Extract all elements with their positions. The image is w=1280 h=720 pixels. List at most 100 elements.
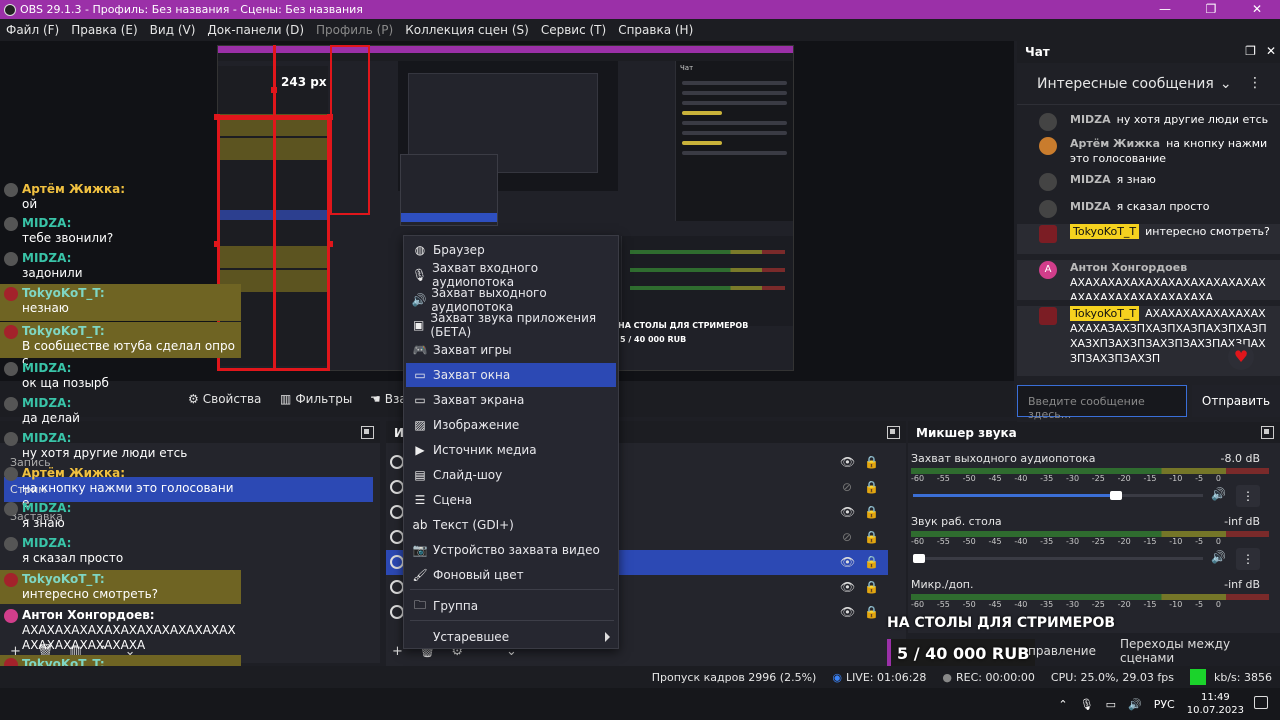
- chevron-up-icon[interactable]: ⌃: [1058, 698, 1067, 711]
- overlay-chat-user: MIDZA:: [22, 431, 72, 445]
- lock-icon[interactable]: 🔒: [864, 481, 879, 493]
- menu-item-14[interactable]: 🗀 Группа: [406, 594, 616, 618]
- menu-docks[interactable]: Док-панели (D): [201, 23, 310, 37]
- volume-slider-knob[interactable]: [913, 554, 925, 563]
- menu-item-10[interactable]: ☰ Сцена: [406, 488, 616, 512]
- lock-icon[interactable]: 🔒: [864, 556, 879, 568]
- resize-handle[interactable]: [327, 241, 333, 247]
- title-bar: OBS 29.1.3 - Профиль: Без названия - Сце…: [0, 0, 1280, 19]
- nested-mixer: [621, 236, 793, 326]
- volume-slider[interactable]: [913, 491, 1203, 500]
- menu-item-3[interactable]: ▣ Захват звука приложения (БЕТА): [406, 311, 616, 339]
- dropped-frames: Пропуск кадров 2996 (2.5%): [651, 670, 817, 684]
- menu-view[interactable]: Вид (V): [144, 23, 202, 37]
- volume-slider[interactable]: [913, 554, 1203, 563]
- menu-item-5[interactable]: ▭ Захват окна: [406, 363, 616, 387]
- notifications-icon[interactable]: [1254, 696, 1268, 709]
- more-options-icon[interactable]: ⋮: [1248, 75, 1262, 91]
- undock-icon[interactable]: [887, 426, 900, 439]
- eye-icon[interactable]: 👁: [840, 556, 855, 568]
- close-button[interactable]: ✕: [1234, 0, 1280, 19]
- menu-profile[interactable]: Профиль (P): [310, 23, 399, 37]
- volume-icon[interactable]: 🔊: [1128, 698, 1142, 711]
- menu-help[interactable]: Справка (H): [612, 23, 699, 37]
- speaker-icon[interactable]: 🔊: [1211, 487, 1226, 501]
- speaker-icon[interactable]: 🔊: [1211, 550, 1226, 564]
- menu-edit[interactable]: Правка (E): [65, 23, 143, 37]
- keyboard-language[interactable]: РУС: [1154, 698, 1175, 711]
- menu-item-8[interactable]: ▶ Источник медиа: [406, 438, 616, 462]
- menu-item-0[interactable]: ◍ Браузер: [406, 238, 616, 262]
- menu-item-15[interactable]: Устаревшее: [406, 625, 616, 649]
- menu-item-label: Изображение: [433, 418, 520, 432]
- meter-tick: -55: [936, 474, 950, 483]
- close-dock-icon[interactable]: ✕: [1266, 44, 1276, 58]
- tab-controls[interactable]: правление: [1028, 644, 1096, 658]
- eye-icon[interactable]: 👁: [840, 456, 855, 468]
- menu-file[interactable]: Файл (F): [0, 23, 65, 37]
- menu-item-13[interactable]: 🖌 Фоновый цвет: [406, 563, 616, 587]
- clock[interactable]: 11:49 10.07.2023: [1187, 691, 1244, 717]
- eye-icon[interactable]: 👁: [840, 581, 855, 593]
- lock-icon[interactable]: 🔒: [864, 531, 879, 543]
- eye-hidden-icon[interactable]: ⊘: [840, 531, 854, 543]
- volume-slider-knob[interactable]: [1110, 491, 1122, 500]
- filters-button[interactable]: ▥ Фильтры: [280, 386, 352, 412]
- eye-hidden-icon[interactable]: ⊘: [840, 481, 854, 493]
- lock-icon[interactable]: 🔒: [864, 506, 879, 518]
- chat-message[interactable]: TokyoKoT_T интересно смотреть?: [1017, 224, 1280, 254]
- menu-item-4[interactable]: 🎮 Захват игры: [406, 338, 616, 362]
- undock-icon[interactable]: ❐: [1245, 44, 1256, 58]
- avatar: [4, 325, 18, 339]
- more-options-icon[interactable]: ⋮: [1236, 485, 1260, 507]
- network-icon[interactable]: ▭: [1106, 698, 1116, 711]
- chat-message-input[interactable]: Введите сообщение здесь...: [1017, 385, 1187, 421]
- obs-logo-icon: [4, 3, 16, 16]
- resize-handle[interactable]: [327, 114, 333, 120]
- meter-tick: -20: [1117, 600, 1131, 609]
- menu-item-11[interactable]: ab Текст (GDI+): [406, 513, 616, 537]
- menu-item-9[interactable]: ▤ Слайд-шоу: [406, 463, 616, 487]
- more-options-icon[interactable]: ⋮: [1236, 548, 1260, 570]
- meter-tick: -10: [1169, 474, 1183, 483]
- avatar: [1039, 200, 1057, 218]
- chat-message[interactable]: A Антон Хонгордоев АХАХАХАХАХАХАХАХАХАХАХА…: [1017, 260, 1280, 300]
- menu-item-7[interactable]: ▨ Изображение: [406, 413, 616, 437]
- chat-message-user: TokyoKoT_T: [1070, 306, 1140, 321]
- rec-icon: ●: [942, 670, 953, 684]
- nested-chat-dock: Чат: [675, 61, 793, 221]
- resize-handle[interactable]: [214, 114, 220, 120]
- meter-tick: -5: [1195, 474, 1204, 483]
- resize-handle[interactable]: [271, 87, 277, 93]
- meter-tick: -45: [988, 600, 1002, 609]
- chat-message[interactable]: MIDZA ну хотя другие люди етсь: [1017, 112, 1280, 132]
- chat-message[interactable]: Артём Жижка на кнопку нажми это голосован…: [1017, 136, 1280, 166]
- undock-icon[interactable]: [361, 426, 374, 439]
- chat-send-button[interactable]: Отправить: [1192, 385, 1280, 417]
- lock-icon[interactable]: 🔒: [864, 606, 879, 618]
- tab-scene-transitions[interactable]: Переходы между сценами: [1120, 637, 1280, 665]
- menu-item-12[interactable]: 📷 Устройство захвата видео: [406, 538, 616, 562]
- eye-icon[interactable]: 👁: [840, 606, 855, 618]
- menu-scene-collection[interactable]: Коллекция сцен (S): [399, 23, 535, 37]
- undock-icon[interactable]: [1261, 426, 1274, 439]
- chat-filter-dropdown[interactable]: Интересные сообщения ⌄ ⋮: [1017, 63, 1280, 105]
- meter-scale: -60 -55 -50 -45 -40 -35 -30 -25 -20 -15 -10 -5 0: [911, 474, 1221, 483]
- heart-icon[interactable]: ♥: [1228, 344, 1254, 370]
- menu-item-6[interactable]: ▭ Захват экрана: [406, 388, 616, 412]
- chat-message[interactable]: MIDZA я знаю: [1017, 172, 1280, 192]
- eye-icon[interactable]: 👁: [840, 506, 855, 518]
- lock-icon[interactable]: 🔒: [864, 581, 879, 593]
- chat-message[interactable]: MIDZA я сказал просто: [1017, 199, 1280, 219]
- play-icon: ▶: [415, 443, 425, 457]
- minimize-button[interactable]: —: [1142, 0, 1188, 19]
- globe-icon: [390, 580, 404, 594]
- menu-item-2[interactable]: 🔊 Захват выходного аудиопотока: [406, 286, 616, 314]
- overlay-chat-message: TokyoKoT_T: незнаю: [0, 284, 241, 321]
- add-source-button[interactable]: +: [392, 644, 403, 659]
- lock-icon[interactable]: 🔒: [864, 456, 879, 468]
- maximize-button[interactable]: ❐: [1188, 0, 1234, 19]
- menu-tools[interactable]: Сервис (T): [535, 23, 612, 37]
- menu-item-1[interactable]: 🎙 Захват входного аудиопотока: [406, 261, 616, 289]
- mic-icon[interactable]: 🎙: [1080, 698, 1094, 711]
